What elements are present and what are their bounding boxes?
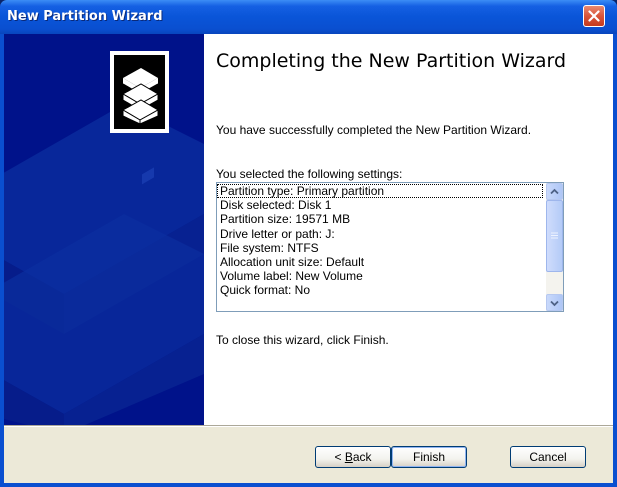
list-item[interactable]: Volume label: New Volume (217, 269, 543, 283)
list-item[interactable]: Quick format: No (217, 283, 543, 297)
settings-listbox[interactable]: Partition type: Primary partition Disk s… (216, 182, 564, 312)
list-item[interactable]: Partition size: 19571 MB (217, 212, 543, 226)
settings-label: You selected the following settings: (216, 167, 403, 181)
page-title: Completing the New Partition Wizard (216, 50, 567, 72)
back-button[interactable]: < Back (315, 446, 391, 468)
list-item[interactable]: Partition type: Primary partition (217, 184, 543, 199)
list-item[interactable]: Allocation unit size: Default (217, 255, 543, 269)
cancel-button[interactable]: Cancel (510, 446, 586, 468)
list-item[interactable]: Disk selected: Disk 1 (217, 198, 543, 212)
settings-list: Partition type: Primary partition Disk s… (217, 184, 543, 298)
wizard-content: Completing the New Partition Wizard You … (204, 34, 613, 426)
back-prefix: < (334, 450, 345, 464)
close-instruction: To close this wizard, click Finish. (216, 333, 389, 347)
back-rest: ack (352, 450, 372, 464)
stacked-disks-icon (110, 51, 169, 133)
scroll-down-button[interactable] (546, 294, 563, 311)
wizard-side-panel (4, 34, 204, 426)
scroll-up-button[interactable] (546, 183, 563, 200)
window-title: New Partition Wizard (7, 9, 163, 24)
window-frame-right (613, 34, 617, 487)
button-bar: < Back Finish Cancel (4, 425, 613, 483)
scroll-thumb[interactable] (546, 200, 563, 272)
title-bar[interactable]: New Partition Wizard (0, 0, 617, 34)
wizard-window: New Partition Wizard Completing the New … (0, 0, 617, 487)
window-frame-bottom (0, 483, 617, 487)
success-message: You have successfully completed the New … (216, 123, 532, 137)
close-icon (588, 10, 600, 22)
scroll-down-arrow-icon (550, 300, 559, 307)
vertical-scrollbar[interactable] (546, 183, 563, 311)
list-item[interactable]: File system: NTFS (217, 241, 543, 255)
back-mnemonic: B (344, 450, 353, 464)
list-item[interactable]: Drive letter or path: J: (217, 227, 543, 241)
scroll-grip-icon (551, 232, 558, 239)
close-button[interactable] (583, 5, 605, 27)
side-panel-disks-graphic (4, 34, 204, 426)
scroll-up-arrow-icon (550, 188, 559, 195)
finish-button[interactable]: Finish (391, 446, 467, 468)
